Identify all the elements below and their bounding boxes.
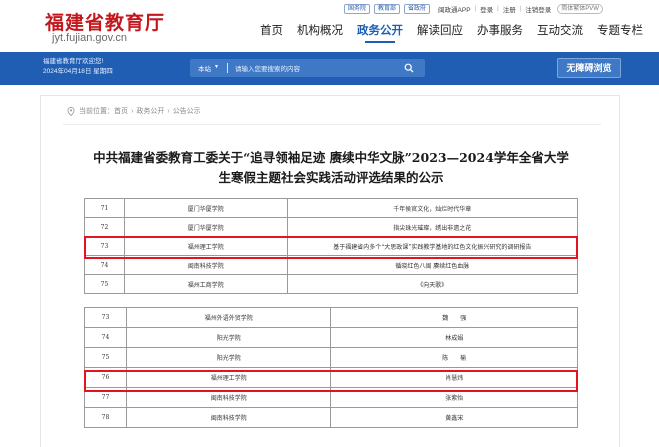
row-number: 73 [84,307,127,328]
nav-topics[interactable]: 专题专栏 [597,22,643,43]
school-name: 闽南科技学院 [125,407,332,428]
table-row: 72 厦门华厦学院 指尖珠光璀璨，绣出非遗之花 [84,217,579,237]
table-row: 74 阳光学院 林成娟 [84,327,578,348]
row-number: 77 [84,387,127,408]
unregister-link[interactable]: 注销登录 [525,4,551,14]
row-number: 71 [84,198,125,218]
separator: | [474,6,477,12]
register-link[interactable]: 注册 [503,4,516,14]
utility-banner: 福建省教育厅欢迎您! 2024年04月18日 星期四 本站 ▼ 请输入您要搜索的… [0,52,659,85]
row-number: 73 [84,236,125,256]
person-name: 肖慧炜 [330,367,578,388]
school-name: 阳光学院 [125,347,332,368]
project-title: 指尖珠光璀璨，绣出非遗之花 [286,217,579,237]
person-name: 魏 强 [330,307,578,328]
breadcrumb-gov-affairs[interactable]: 政务公开 [136,106,164,116]
link-state-council[interactable]: 国务院 [344,4,371,14]
person-name: 张紫怡 [330,387,578,408]
table-row: 71 厦门华厦学院 千年侯官文化，灿烂时代华章 [84,198,579,218]
project-title: 《向天歌》 [286,274,579,294]
language-toggle[interactable]: 简体繁体PVW [557,4,603,14]
school-name: 福州理工学院 [123,236,288,256]
nav-services[interactable]: 办事服务 [477,22,523,43]
search-icon[interactable] [404,63,414,73]
table-row: 76 福州理工学院 肖慧炜 [84,367,578,388]
breadcrumb-announcements[interactable]: 公告公示 [173,106,201,116]
table-row: 78 闽南科技学院 黄鑫宋 [84,407,578,428]
nav-interaction[interactable]: 互动交流 [537,22,583,43]
project-title: 基于福建省内多个“大思政课”实践教学基地的红色文化振兴研究的调研报告 [286,236,579,256]
link-app[interactable]: 闽政通APP [438,4,471,14]
row-number: 74 [84,255,125,275]
link-ministry-education[interactable]: 教育部 [374,4,401,14]
separator: | [497,6,499,12]
school-name: 厦门华厦学院 [123,198,288,218]
row-number: 74 [84,327,127,348]
school-name: 厦门华厦学院 [123,217,288,237]
welcome-text: 福建省教育厅欢迎您! 2024年04月18日 星期四 [43,57,113,77]
row-number: 76 [84,367,127,388]
current-date: 2024年04月18日 星期四 [43,68,113,75]
project-title: 千年侯官文化，灿烂时代华章 [286,198,579,218]
table-row: 75 福州工商学院 《向天歌》 [84,274,579,294]
breadcrumb-separator: › [131,107,134,115]
site-domain: jyt.fujian.gov.cn [52,32,128,44]
login-link[interactable]: 登录 [480,4,493,14]
school-name: 福州工商学院 [123,274,288,294]
breadcrumb-home[interactable]: 首页 [114,106,128,116]
link-provincial-gov[interactable]: 省政府 [404,4,431,14]
title-line-1: 中共福建省委教育工委关于“追寻领袖足迹 赓续中华文脉”2023—2024学年全省… [93,150,569,165]
page-title: 中共福建省委教育工委关于“追寻领袖足迹 赓续中华文脉”2023—2024学年全省… [41,148,621,188]
breadcrumb: 当前位置： 首页 › 政务公开 › 公告公示 [67,106,201,116]
school-name: 阳光学院 [125,327,332,348]
row-number: 78 [84,407,127,428]
accessibility-button[interactable]: 无障碍浏览 [557,58,621,78]
school-name: 闽南科技学院 [123,255,288,275]
separator: | [519,6,522,12]
project-title: 循晓红色八闽 赓续红色血脉 [286,255,579,275]
row-number: 75 [84,274,125,294]
person-name: 陈 榆 [330,347,578,368]
nav-gov-affairs[interactable]: 政务公开 [357,22,403,43]
main-nav: 首页 机构概况 政务公开 解读回应 办事服务 互动交流 专题专栏 [260,22,657,43]
nav-interpretation[interactable]: 解读回应 [417,22,463,43]
site-logo[interactable]: 福建省教育厅 [45,8,165,35]
search-input[interactable]: 请输入您要搜索的内容 [235,63,300,73]
search-divider [227,63,228,73]
school-name: 闽南科技学院 [125,387,332,408]
nav-about[interactable]: 机构概况 [297,22,343,43]
nav-home[interactable]: 首页 [260,22,283,43]
title-line-2: 生寒假主题社会实践活动评选结果的公示 [218,170,444,185]
table-row: 73 福州外语外贸学院 魏 强 [84,307,578,328]
table-row: 73 福州理工学院 基于福建省内多个“大思政课”实践教学基地的红色文化振兴研究的… [84,236,579,256]
row-number: 75 [84,347,127,368]
breadcrumb-separator: › [167,107,170,115]
person-name: 林成娟 [330,327,578,348]
breadcrumb-label: 当前位置： [79,108,114,115]
chevron-down-icon[interactable]: ▼ [214,64,219,70]
table-row: 75 阳光学院 陈 榆 [84,347,578,368]
results-table-projects: 71 厦门华厦学院 千年侯官文化，灿烂时代华章 72 厦门华厦学院 指尖珠光璀璨… [84,198,579,294]
person-name: 黄鑫宋 [330,407,578,428]
table-row: 74 闽南科技学院 循晓红色八闽 赓续红色血脉 [84,255,579,275]
site-header: 福建省教育厅 jyt.fujian.gov.cn 国务院 教育部 省政府 闽政通… [0,0,659,52]
search-scope-select[interactable]: 本站 [198,63,211,73]
location-icon [67,106,75,116]
divider [63,124,601,125]
top-links: 国务院 教育部 省政府 闽政通APP | 登录 | 注册 | 注销登录 简体繁体… [344,3,603,15]
results-table-individuals: 73 福州外语外贸学院 魏 强 74 阳光学院 林成娟 75 阳光学院 陈 榆 … [84,307,578,428]
school-name: 福州外语外贸学院 [125,307,332,328]
search-bar: 本站 ▼ 请输入您要搜索的内容 [190,59,425,77]
school-name: 福州理工学院 [125,367,332,388]
welcome-message: 福建省教育厅欢迎您! [43,58,104,65]
row-number: 72 [84,217,125,237]
table-row: 77 闽南科技学院 张紫怡 [84,387,578,408]
